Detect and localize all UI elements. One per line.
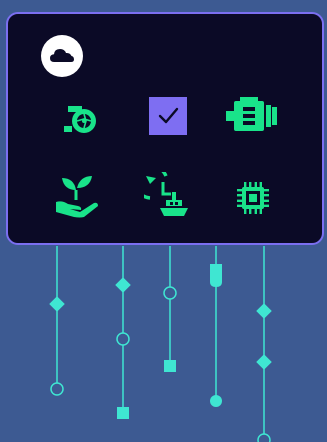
connector-markers xyxy=(49,264,272,442)
cloud-icon[interactable] xyxy=(41,35,83,77)
circle-marker xyxy=(116,332,130,346)
connector-lines xyxy=(56,246,265,438)
plant-in-hand-icon xyxy=(56,176,98,218)
diamond-marker xyxy=(115,277,131,293)
cpu-chip-icon xyxy=(237,182,269,214)
square-marker xyxy=(117,407,129,419)
diamond-marker xyxy=(49,296,65,312)
diamond-marker xyxy=(256,354,272,370)
square-marker xyxy=(164,360,176,372)
timed-upload-icon xyxy=(144,172,188,216)
turbocharger-icon xyxy=(64,106,96,133)
diamond-marker xyxy=(256,303,272,319)
plug-marker xyxy=(210,264,222,287)
engine-icon xyxy=(226,97,277,131)
dot-marker xyxy=(210,395,222,407)
icon-panel xyxy=(6,12,324,245)
circle-marker xyxy=(163,286,177,300)
circle-marker xyxy=(50,382,64,396)
checkbox-checked-icon[interactable] xyxy=(149,97,187,135)
circle-marker xyxy=(257,433,271,442)
